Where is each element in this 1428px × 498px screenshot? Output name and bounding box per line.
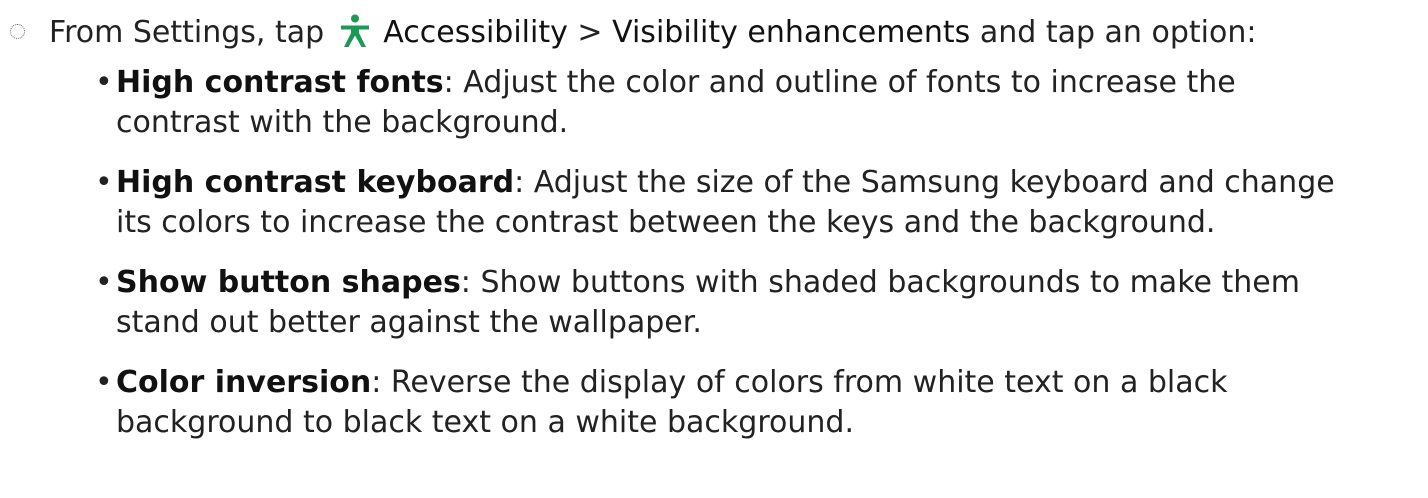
bullet: •	[95, 365, 113, 400]
instruction-line: From Settings, tap Accessibility > Visib…	[10, 13, 1420, 53]
list-item: • High contrast keyboard: Adjust the siz…	[95, 163, 1416, 243]
accessibility-icon	[340, 14, 369, 47]
list-item: • Color inversion: Reverse the display o…	[95, 363, 1416, 443]
path-separator: >	[577, 15, 603, 50]
option-description-cont: contrast with the background.	[116, 105, 569, 140]
visibility-enhancements-label: Visibility enhancements	[612, 15, 971, 50]
option-description: : Show buttons with shaded backgrounds t…	[460, 265, 1300, 300]
option-term: Show button shapes	[116, 265, 461, 300]
step-circle-icon	[10, 24, 25, 39]
list-item: • Show button shapes: Show buttons with …	[95, 263, 1416, 343]
option-description: : Adjust the color and outline of fonts …	[443, 65, 1236, 100]
instruction-prefix: From Settings, tap	[49, 15, 325, 50]
option-description-cont: background to black text on a white back…	[116, 405, 854, 440]
accessibility-menu-label: Accessibility	[383, 15, 568, 50]
option-description-cont: stand out better against the wallpaper.	[116, 305, 702, 340]
list-item: • High contrast fonts: Adjust the color …	[95, 63, 1416, 143]
option-description: : Reverse the display of colors from whi…	[371, 365, 1228, 400]
option-term: High contrast fonts	[116, 65, 444, 100]
bullet: •	[95, 165, 113, 200]
instruction-suffix: and tap an option:	[979, 15, 1257, 50]
options-list: • High contrast fonts: Adjust the color …	[95, 63, 1416, 463]
option-term: Color inversion	[116, 365, 372, 400]
bullet: •	[95, 265, 113, 300]
option-description: : Adjust the size of the Samsung keyboar…	[514, 165, 1335, 200]
bullet: •	[95, 65, 113, 100]
option-term: High contrast keyboard	[116, 165, 515, 200]
option-description-cont: its colors to increase the contrast betw…	[116, 205, 1216, 240]
